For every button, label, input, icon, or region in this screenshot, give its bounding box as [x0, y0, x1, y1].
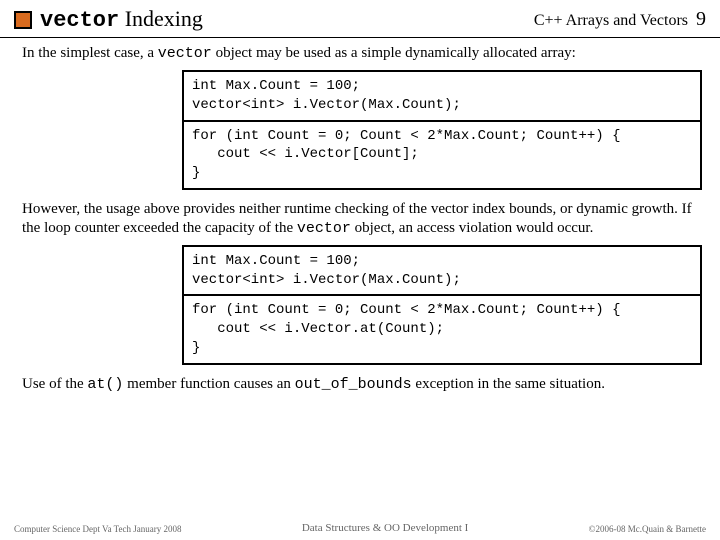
bullet-icon: [14, 11, 32, 29]
page-number: 9: [696, 8, 706, 31]
text: In the simplest case, a: [22, 45, 158, 61]
chapter-label: C++ Arrays and Vectors: [534, 12, 688, 30]
inline-code: vector: [297, 220, 351, 237]
footer-right: ©2006-08 Mc.Quain & Barnette: [589, 524, 706, 534]
inline-code: at(): [87, 376, 123, 393]
slide-header: vector Indexing C++ Arrays and Vectors 9: [0, 0, 720, 37]
header-right: C++ Arrays and Vectors 9: [534, 8, 706, 31]
code-segment: for (int Count = 0; Count < 2*Max.Count;…: [184, 120, 700, 189]
code-segment: int Max.Count = 100; vector<int> i.Vecto…: [184, 72, 700, 120]
code-block-2: int Max.Count = 100; vector<int> i.Vecto…: [182, 245, 702, 365]
inline-code: vector: [158, 45, 212, 62]
paragraph-1: In the simplest case, a vector object ma…: [22, 44, 698, 64]
paragraph-3: Use of the at() member function causes a…: [22, 375, 698, 395]
text: Use of the: [22, 376, 87, 392]
text: object may be used as a simple dynamical…: [212, 45, 576, 61]
text: member function causes an: [123, 376, 294, 392]
footer-left: Computer Science Dept Va Tech January 20…: [14, 524, 182, 534]
title-rest: Indexing: [119, 6, 203, 31]
slide-content: In the simplest case, a vector object ma…: [0, 44, 720, 395]
slide-title: vector Indexing: [40, 6, 203, 33]
title-group: vector Indexing: [14, 6, 203, 33]
code-segment: for (int Count = 0; Count < 2*Max.Count;…: [184, 294, 700, 363]
header-divider: [0, 37, 720, 38]
code-block-1: int Max.Count = 100; vector<int> i.Vecto…: [182, 70, 702, 190]
inline-code: out_of_bounds: [295, 376, 412, 393]
slide-footer: Computer Science Dept Va Tech January 20…: [0, 522, 720, 534]
code-segment: int Max.Count = 100; vector<int> i.Vecto…: [184, 247, 700, 295]
text: exception in the same situation.: [412, 376, 605, 392]
paragraph-2: However, the usage above provides neithe…: [22, 200, 698, 239]
footer-center: Data Structures & OO Development I: [302, 522, 468, 534]
text: object, an access violation would occur.: [351, 220, 593, 236]
title-mono: vector: [40, 8, 119, 33]
